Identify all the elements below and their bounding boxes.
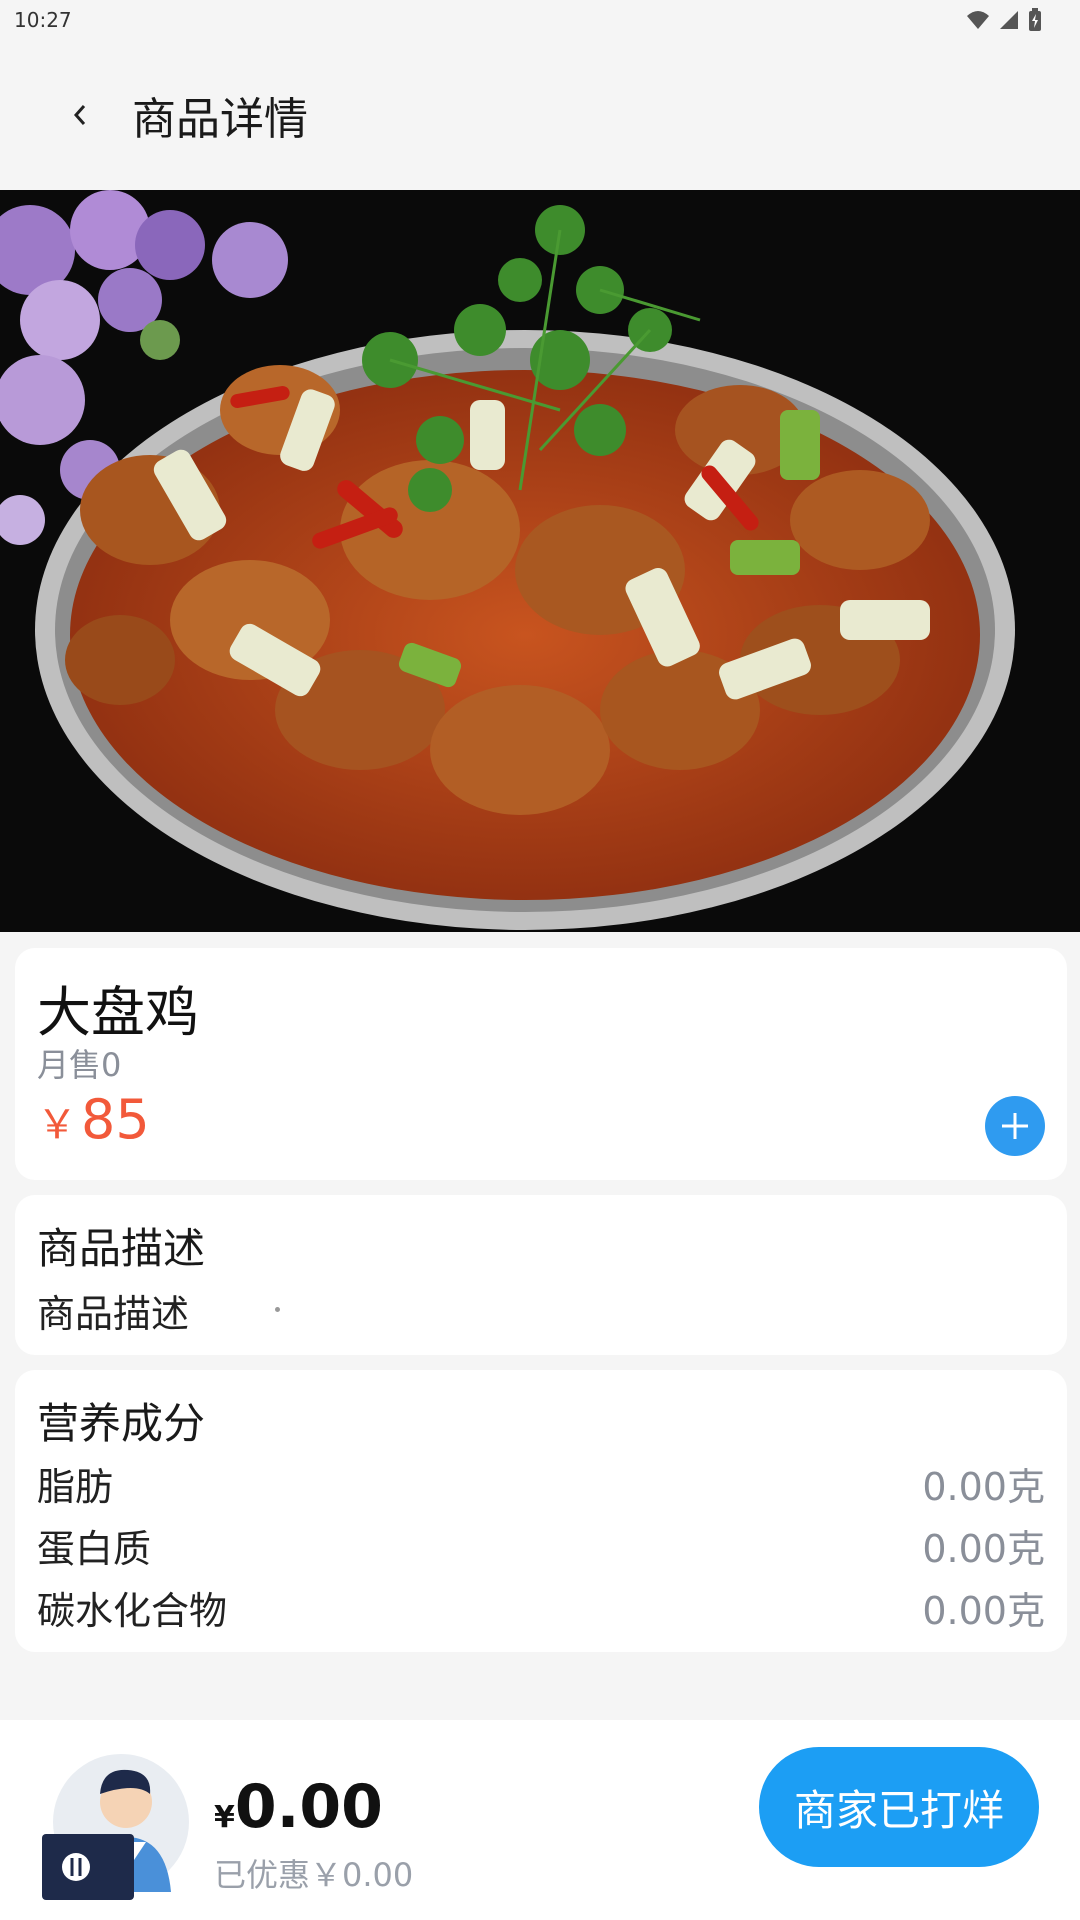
page-title: 商品详情 (132, 94, 308, 145)
add-to-cart-button[interactable] (985, 1096, 1045, 1156)
nutrition-row-carbs: 碳水化合物 0.00克 (37, 1582, 1045, 1633)
nutrition-row-fat: 脂肪 0.00克 (37, 1458, 1045, 1509)
description-card: 商品描述 商品描述 (15, 1195, 1067, 1355)
monthly-sales: 月售0 (37, 1046, 122, 1084)
nutrition-label: 脂肪 (37, 1464, 114, 1509)
merchant-avatar-icon[interactable] (36, 1742, 196, 1902)
description-text: 商品描述 (37, 1292, 190, 1336)
signal-icon (1000, 11, 1018, 29)
status-icons (966, 8, 1042, 32)
total-amount: 0.00 (234, 1772, 383, 1842)
nutrition-title: 营养成分 (37, 1399, 206, 1448)
status-time: 10:27 (14, 8, 72, 32)
price-value: 85 (81, 1088, 150, 1151)
app-header: 商品详情 (0, 40, 1080, 190)
back-button[interactable] (40, 75, 120, 155)
cart-total: ¥0.00 (214, 1772, 383, 1842)
status-bar: 10:27 (0, 0, 1080, 40)
nutrition-card: 营养成分 脂肪 0.00克 蛋白质 0.00克 碳水化合物 0.00克 (15, 1370, 1067, 1652)
discount-text: 已优惠￥0.00 (214, 1856, 414, 1894)
dish-illustration (0, 190, 1080, 932)
product-price: ￥85 (37, 1088, 150, 1151)
total-currency: ¥ (214, 1800, 235, 1835)
nutrition-value: 0.00克 (922, 1588, 1045, 1633)
nutrition-label: 碳水化合物 (37, 1588, 228, 1633)
product-image (0, 190, 1080, 932)
decorative-dot (275, 1307, 280, 1312)
nutrition-row-protein: 蛋白质 0.00克 (37, 1520, 1045, 1571)
product-info-card: 大盘鸡 月售0 ￥85 (15, 948, 1067, 1180)
merchant-closed-button[interactable]: 商家已打烊 (759, 1747, 1039, 1867)
product-name: 大盘鸡 (37, 981, 199, 1044)
cart-bar: ¥0.00 已优惠￥0.00 商家已打烊 (0, 1720, 1080, 1920)
battery-icon (1029, 8, 1041, 31)
chevron-left-icon (73, 105, 86, 125)
nutrition-label: 蛋白质 (37, 1526, 152, 1571)
plus-icon (1002, 1113, 1028, 1139)
description-title: 商品描述 (37, 1224, 206, 1273)
wifi-icon (967, 11, 989, 29)
currency-symbol: ￥ (37, 1102, 77, 1148)
nutrition-value: 0.00克 (922, 1464, 1045, 1509)
nutrition-value: 0.00克 (922, 1526, 1045, 1571)
